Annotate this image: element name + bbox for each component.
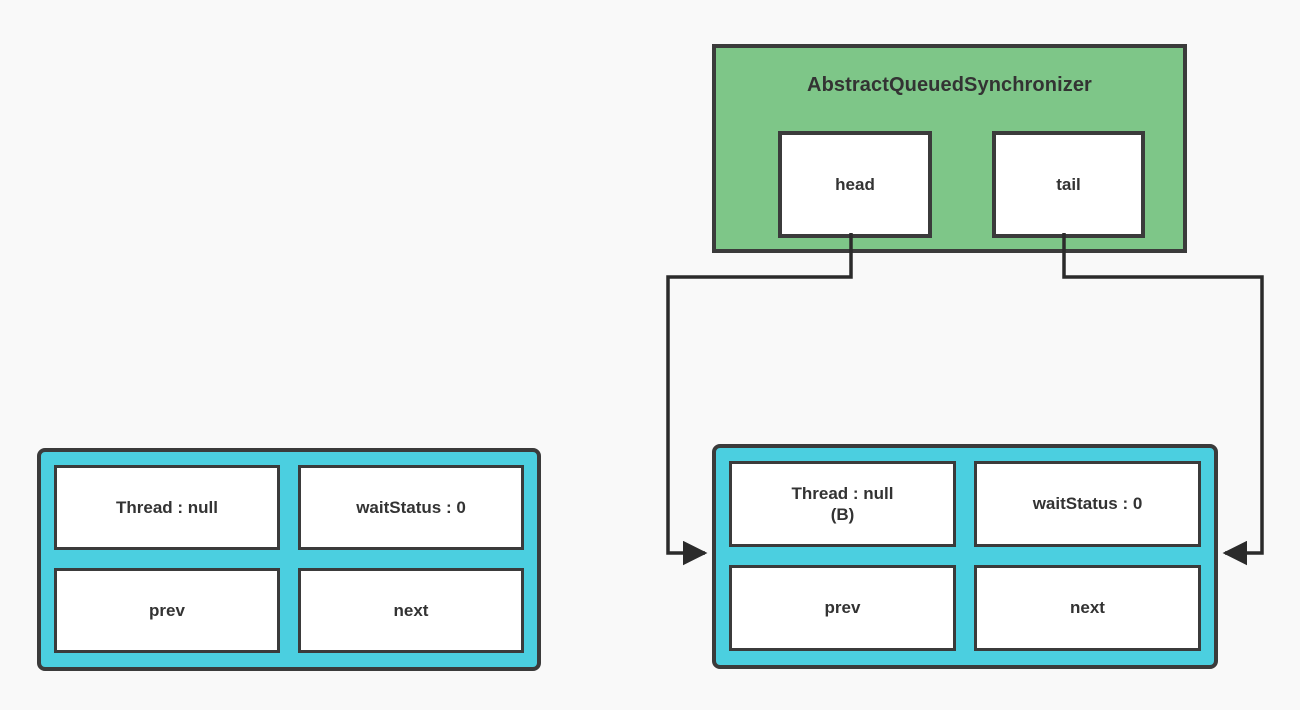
aqs-field-head: head: [778, 131, 932, 238]
node-right-cell-prev: prev: [729, 565, 956, 651]
node-box-right: Thread : null (B) waitStatus : 0 prev ne…: [712, 444, 1218, 669]
diagram-canvas: AbstractQueuedSynchronizer head tail Thr…: [0, 0, 1300, 710]
aqs-title: AbstractQueuedSynchronizer: [807, 74, 1092, 96]
node-left-cell-next: next: [298, 568, 524, 653]
node-left-cell-waitstatus: waitStatus : 0: [298, 465, 524, 550]
node-box-left: Thread : null waitStatus : 0 prev next: [37, 448, 541, 671]
node-right-cell-waitstatus: waitStatus : 0: [974, 461, 1201, 547]
node-right-cell-next: next: [974, 565, 1201, 651]
node-left-cell-prev: prev: [54, 568, 280, 653]
abstract-queued-synchronizer-box: AbstractQueuedSynchronizer head tail: [712, 44, 1187, 253]
aqs-field-tail: tail: [992, 131, 1145, 238]
node-left-cell-thread: Thread : null: [54, 465, 280, 550]
node-right-cell-thread: Thread : null (B): [729, 461, 956, 547]
